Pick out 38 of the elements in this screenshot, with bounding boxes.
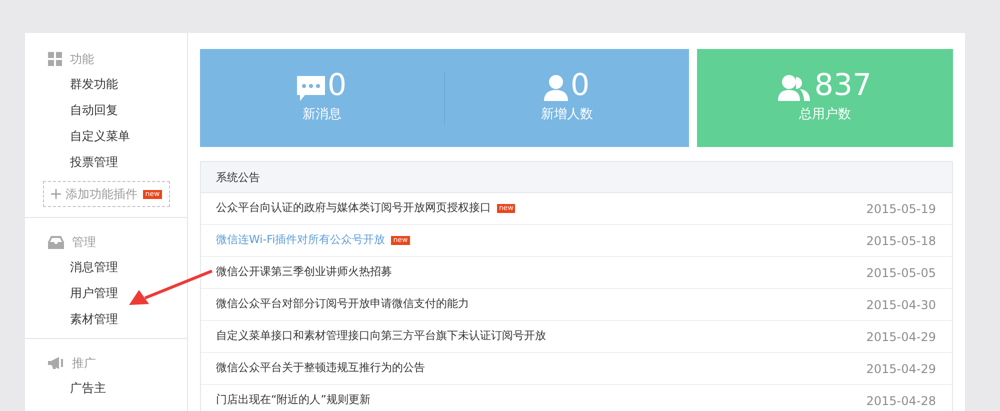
grid-icon — [48, 52, 62, 66]
sidebar-item[interactable]: 自动回复 — [25, 97, 187, 123]
plus-icon — [51, 189, 62, 199]
stat-value: 0 — [327, 71, 347, 102]
notice-link[interactable]: 微信公众平台对部分订阅号开放申请微信支付的能力 — [216, 296, 469, 313]
notice-link[interactable]: 公众平台向认证的政府与媒体类订阅号开放网页授权接口 — [216, 200, 491, 217]
stat-value: 837 — [814, 71, 872, 102]
user-icon — [544, 75, 568, 102]
notice-link[interactable]: 微信公众平台关于整顿违规互推行为的公告 — [216, 360, 425, 377]
notice-link[interactable]: 门店出现在“附近的人”规则更新 — [216, 392, 370, 409]
section-title: 功能 — [70, 51, 94, 68]
chat-icon — [297, 76, 326, 102]
section-title: 管理 — [72, 234, 96, 251]
sidebar-item[interactable]: 投票管理 — [25, 149, 187, 175]
sidebar-item[interactable]: 群发功能 — [25, 71, 187, 97]
stat-label: 总用户数 — [799, 106, 851, 124]
notice-link[interactable]: 自定义菜单接口和素材管理接口向第三方平台旗下未认证订阅号开放 — [216, 328, 546, 345]
notice-date: 2015-05-05 — [866, 264, 936, 282]
notice-date: 2015-05-19 — [866, 200, 936, 218]
notice-date: 2015-05-18 — [866, 232, 936, 250]
notice-link[interactable]: 微信公开课第三季创业讲师火热招募 — [216, 264, 392, 281]
stat-value: 0 — [570, 71, 590, 102]
notice-date: 2015-04-29 — [866, 328, 936, 346]
section-title: 推广 — [72, 355, 96, 372]
sidebar-item[interactable]: 自定义菜单 — [25, 123, 187, 149]
sidebar-item[interactable]: 素材管理 — [25, 306, 187, 332]
notice-date: 2015-04-29 — [866, 360, 936, 378]
sidebar-item[interactable]: 广告主 — [25, 375, 187, 401]
inbox-icon — [48, 236, 64, 248]
sidebar-item[interactable]: 消息管理 — [25, 254, 187, 280]
sidebar-item[interactable]: 用户管理 — [25, 280, 187, 306]
stat-label: 新消息 — [302, 106, 342, 124]
notice-header: 系统公告 — [201, 162, 952, 193]
users-icon — [778, 75, 812, 102]
notice-date: 2015-04-28 — [866, 392, 936, 410]
stat-label: 新增人数 — [541, 106, 593, 124]
notice-date: 2015-04-30 — [866, 296, 936, 314]
megaphone-icon — [48, 357, 64, 369]
